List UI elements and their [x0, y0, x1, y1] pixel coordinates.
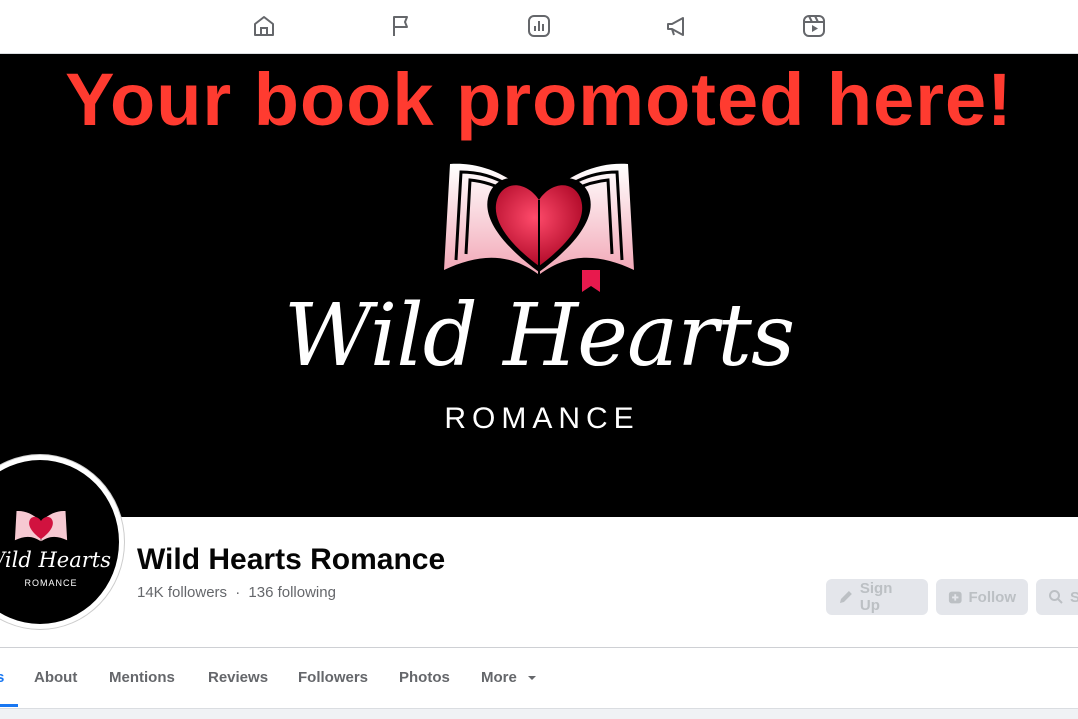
- reels-icon[interactable]: [800, 12, 828, 40]
- brand-script-title: Wild Hearts: [283, 286, 795, 386]
- follow-stats: 14K followers · 136 following: [137, 584, 336, 601]
- brand-subtitle: ROMANCE: [444, 402, 640, 435]
- follow-label: Follow: [968, 588, 1017, 606]
- book-heart-logo: [444, 163, 634, 292]
- flag-icon[interactable]: [387, 12, 415, 40]
- tab-more-label: More: [481, 669, 517, 686]
- avatar-script-title: Wild Hearts: [0, 548, 111, 572]
- stats-separator: ·: [235, 584, 241, 601]
- page-title: Wild Hearts Romance: [137, 543, 446, 576]
- active-tab-indicator: [0, 704, 18, 707]
- cover-photo[interactable]: Your book promoted here! Wild Hearts ROM…: [0, 54, 1078, 517]
- followers-count-link[interactable]: 14K followers: [137, 584, 227, 601]
- tab-photos[interactable]: Photos: [399, 669, 450, 686]
- pencil-icon: [839, 591, 852, 603]
- tab-followers[interactable]: Followers: [298, 669, 368, 686]
- tab-about[interactable]: About: [34, 669, 77, 686]
- tab-reviews[interactable]: Reviews: [208, 669, 268, 686]
- insights-icon[interactable]: [525, 12, 553, 40]
- tab-posts-label: s: [0, 669, 5, 686]
- search-icon: [1049, 590, 1063, 604]
- page-tabs: s About Mentions Reviews Followers Photo…: [0, 648, 1078, 708]
- sign-up-button[interactable]: Sign Up: [826, 579, 928, 615]
- tab-mentions[interactable]: Mentions: [109, 669, 175, 686]
- top-navigation: [0, 0, 1078, 54]
- search-label: S: [1070, 588, 1078, 606]
- tab-more[interactable]: More: [481, 669, 537, 686]
- content-background: [0, 708, 1078, 719]
- search-button[interactable]: S: [1036, 579, 1078, 615]
- tab-posts[interactable]: s: [0, 669, 4, 686]
- megaphone-icon[interactable]: [663, 12, 691, 40]
- follow-button[interactable]: Follow: [936, 579, 1028, 615]
- avatar-book-heart-logo: [14, 510, 68, 542]
- home-icon[interactable]: [250, 12, 278, 40]
- follow-icon: [948, 591, 962, 604]
- following-count-link[interactable]: 136 following: [248, 584, 336, 601]
- sign-up-label: Sign Up: [859, 580, 893, 614]
- avatar-subtitle: ROMANCE: [24, 578, 78, 588]
- caret-down-icon: [528, 676, 537, 680]
- promo-headline: Your book promoted here!: [65, 58, 1013, 141]
